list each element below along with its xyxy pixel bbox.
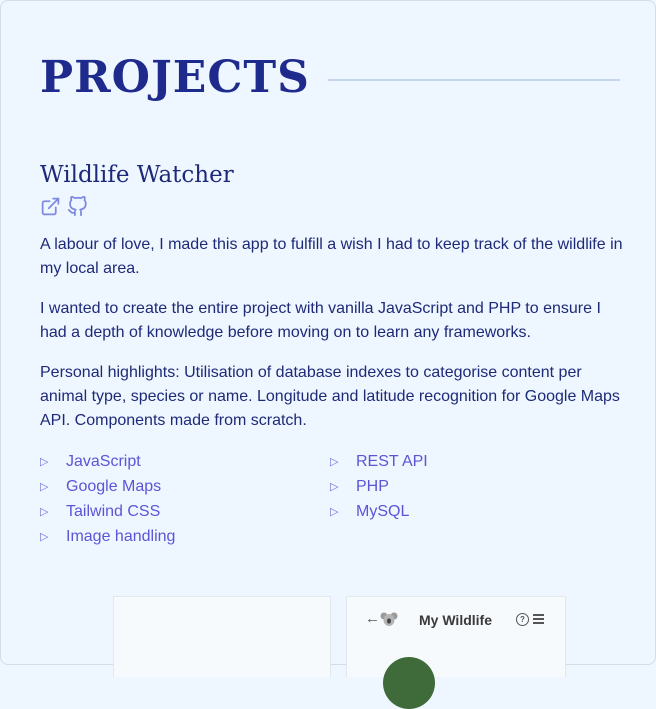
- tech-label: Image handling: [66, 527, 176, 545]
- project-description-1: A labour of love, I made this app to ful…: [40, 236, 623, 277]
- tech-item: ▷ PHP: [330, 474, 428, 499]
- section-title: PROJECTS: [40, 52, 310, 103]
- tech-list-right: ▷ REST API ▷ PHP ▷ MySQL: [330, 449, 428, 524]
- triangle-bullet-icon: ▷: [40, 531, 49, 543]
- tech-item: ▷ MySQL: [330, 499, 428, 524]
- external-link-icon[interactable]: [40, 196, 61, 217]
- title-divider: [327, 79, 620, 81]
- app-header: ← My Wildlife ?: [347, 597, 565, 643]
- koala-logo-icon: [380, 612, 398, 626]
- help-icon: ?: [516, 613, 529, 626]
- section-header: PROJECTS: [40, 48, 620, 108]
- tech-label: Google Maps: [66, 477, 162, 495]
- triangle-bullet-icon: ▷: [40, 506, 49, 518]
- project-description-2: I wanted to create the entire project wi…: [40, 300, 601, 341]
- triangle-bullet-icon: ▷: [330, 456, 339, 468]
- triangle-bullet-icon: ▷: [40, 456, 49, 468]
- tech-label: JavaScript: [66, 452, 141, 470]
- back-arrow-icon: ←: [365, 610, 380, 627]
- project-description-3: Personal highlights: Utilisation of data…: [40, 364, 620, 429]
- triangle-bullet-icon: ▷: [40, 481, 49, 493]
- tech-item: ▷ JavaScript: [40, 449, 175, 474]
- project-links: [40, 195, 88, 217]
- github-icon[interactable]: [67, 195, 88, 217]
- tech-item: ▷ REST API: [330, 449, 428, 474]
- project-title: Wildlife Watcher: [40, 162, 234, 188]
- tech-label: PHP: [356, 477, 389, 495]
- tech-item: ▷ Image handling: [40, 524, 175, 549]
- tech-item: ▷ Tailwind CSS: [40, 499, 175, 524]
- tech-label: MySQL: [356, 502, 410, 520]
- tech-label: Tailwind CSS: [66, 502, 161, 520]
- app-title: My Wildlife: [419, 612, 492, 628]
- triangle-bullet-icon: ▷: [330, 481, 339, 493]
- tech-list-left: ▷ JavaScript ▷ Google Maps ▷ Tailwind CSS ▷…: [40, 449, 175, 549]
- tech-label: REST API: [356, 452, 428, 470]
- menu-icon: [533, 614, 544, 626]
- triangle-bullet-icon: ▷: [330, 506, 339, 518]
- tech-item: ▷ Google Maps: [40, 474, 175, 499]
